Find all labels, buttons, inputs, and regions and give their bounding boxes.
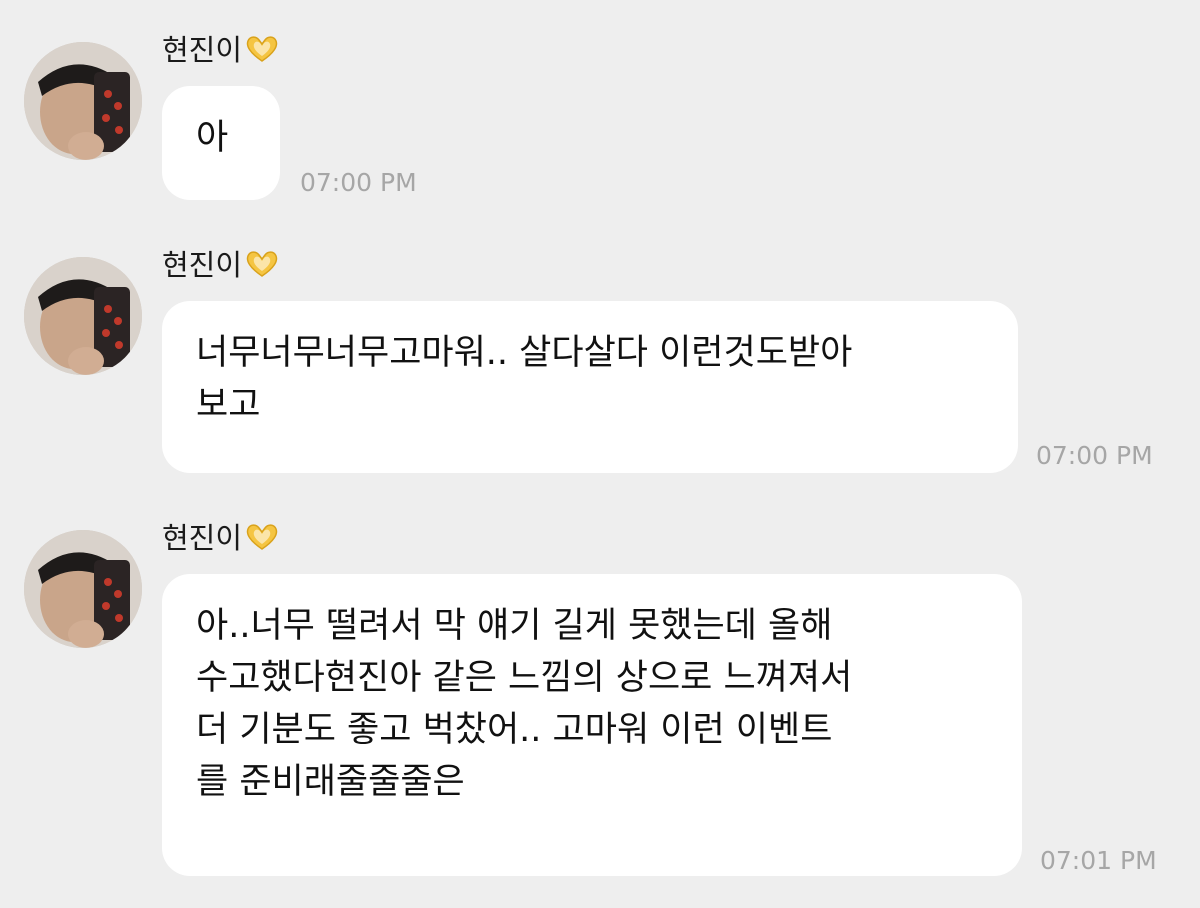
sender-name: 현진이 <box>162 518 280 562</box>
avatar[interactable] <box>24 530 142 648</box>
message-text-line: 아 <box>196 118 229 158</box>
message-text-line: 너무너무너무고마워.. 살다살다 이런것도받아 <box>196 333 853 373</box>
message-timestamp: 07:00 PM <box>1036 441 1153 470</box>
avatar[interactable] <box>24 257 142 375</box>
message-text-line: 아..너무 떨려서 막 얘기 길게 못했는데 올해 <box>196 606 833 646</box>
heart-hands-icon <box>244 34 280 74</box>
sender-name: 현진이 <box>162 245 280 289</box>
message-timestamp: 07:00 PM <box>300 168 417 197</box>
sender-name-label: 현진이 <box>162 33 243 67</box>
message-timestamp: 07:01 PM <box>1040 846 1157 875</box>
message-text-line: 보고 <box>196 385 261 425</box>
message-group: 현진이 아 07:00 PM <box>0 0 1200 215</box>
avatar[interactable] <box>24 42 142 160</box>
message-bubble[interactable]: 너무너무너무고마워.. 살다살다 이런것도받아 보고 <box>162 301 1018 473</box>
message-bubble[interactable]: 아 <box>162 86 280 200</box>
message-text-line: 더 기분도 좋고 벅찼어.. 고마워 이런 이벤트 <box>196 710 833 750</box>
heart-hands-icon <box>244 522 280 562</box>
sender-name: 현진이 <box>162 30 280 74</box>
heart-hands-icon <box>244 249 280 289</box>
message-bubble[interactable]: 아..너무 떨려서 막 얘기 길게 못했는데 올해 수고했다현진아 같은 느낌의… <box>162 574 1022 876</box>
message-text-line: 수고했다현진아 같은 느낌의 상으로 느껴져서 <box>196 658 853 698</box>
message-group: 현진이 아..너무 떨려서 막 얘기 길게 못했는데 올해 수고했다현진아 같은… <box>0 488 1200 908</box>
message-group: 현진이 너무너무너무고마워.. 살다살다 이런것도받아 보고 07:00 PM <box>0 215 1200 485</box>
sender-name-label: 현진이 <box>162 521 243 555</box>
message-text-line: 를 준비래줄줄줄은 <box>196 762 465 802</box>
sender-name-label: 현진이 <box>162 248 243 282</box>
